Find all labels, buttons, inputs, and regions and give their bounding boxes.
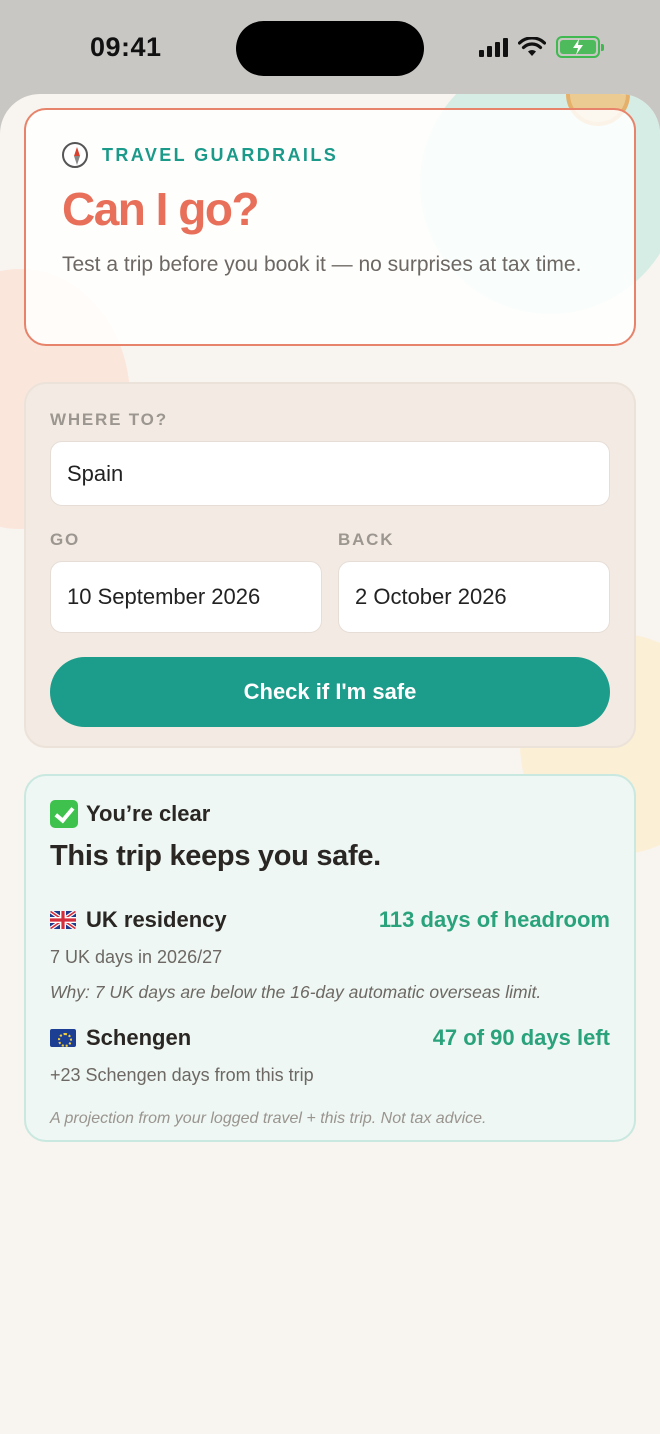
result-card: You’re clear This trip keeps you safe. U… [24,774,636,1142]
check-box-icon [50,800,78,828]
go-date-input[interactable]: 10 September 2026 [50,561,322,633]
uk-residency-label-group: UK residency [50,907,227,933]
trip-form: WHERE TO? Spain GO 10 September 2026 BAC… [24,382,636,748]
check-safe-button[interactable]: Check if I'm safe [50,657,610,727]
result-title: This trip keeps you safe. [50,840,381,872]
back-column: BACK 2 October 2026 [338,530,610,633]
status-time: 09:41 [90,32,162,62]
uk-residency-value: 113 days of headroom [378,907,610,932]
schengen-row: Schengen 47 of 90 days left [50,1025,610,1051]
go-label: GO [50,530,81,549]
uk-residency-row: UK residency 113 days of headroom [50,907,610,933]
battery-charging-icon [556,36,604,58]
result-status-row: You’re clear [50,800,610,828]
wifi-icon [518,37,546,56]
page-title: Can I go? [62,183,260,235]
uk-residency-name: UK residency [86,907,227,932]
disclaimer: A projection from your logged travel + t… [50,1110,487,1127]
uk-residency-detail: 7 UK days in 2026/27 [50,947,223,967]
go-column: GO 10 September 2026 [50,530,322,633]
eyebrow: TRAVEL GUARDRAILS [62,142,598,168]
schengen-name: Schengen [86,1025,192,1050]
result-status: You’re clear [86,801,211,826]
eyebrow-label: TRAVEL GUARDRAILS [102,144,339,165]
back-label: BACK [338,530,395,549]
back-date-input[interactable]: 2 October 2026 [338,561,610,633]
uk-residency-why: Why: 7 UK days are below the 16-day auto… [50,982,542,1002]
schengen-value: 47 of 90 days left [432,1025,610,1050]
eu-flag-icon [50,1029,76,1047]
status-icons [479,36,604,58]
sheet: TRAVEL GUARDRAILS Can I go? Test a trip … [0,94,660,1434]
date-row: GO 10 September 2026 BACK 2 October 2026 [50,530,610,633]
destination-label: WHERE TO? [50,410,168,429]
header-card: TRAVEL GUARDRAILS Can I go? Test a trip … [24,108,636,346]
dynamic-island [236,21,424,76]
uk-flag-icon [50,911,76,929]
destination-input[interactable]: Spain [50,441,610,506]
schengen-label-group: Schengen [50,1025,191,1051]
schengen-detail: +23 Schengen days from this trip [50,1065,314,1085]
page-subtitle: Test a trip before you book it — no surp… [62,253,582,276]
status-bar: 09:41 [0,0,660,96]
compass-icon [62,142,88,168]
cellular-signal-icon [479,37,508,57]
